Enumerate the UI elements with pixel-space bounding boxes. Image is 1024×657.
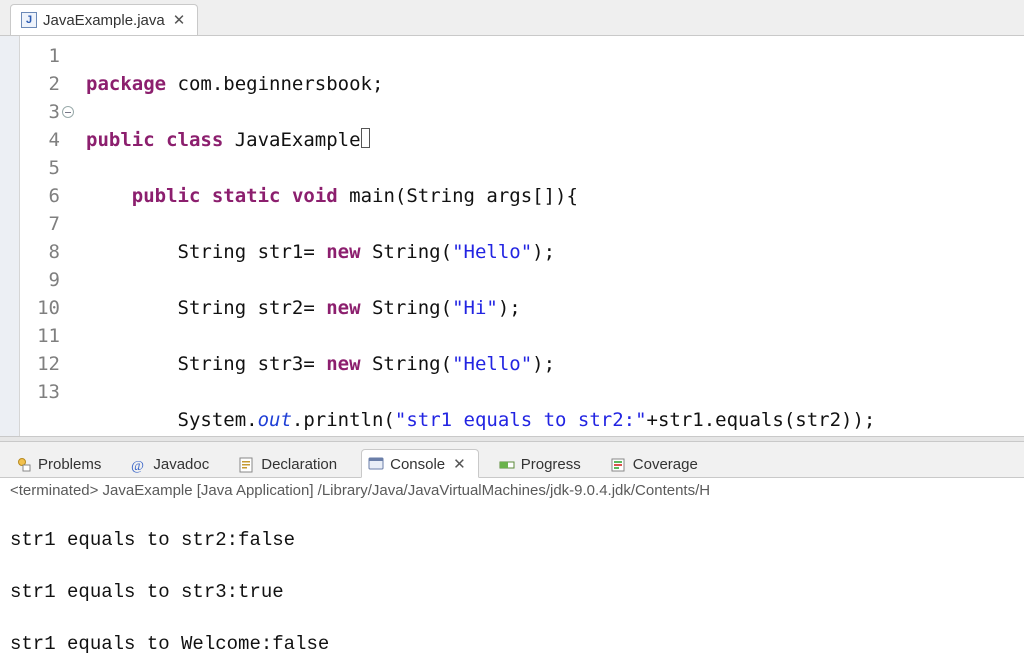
code-line: public class JavaExample [86,126,1016,154]
tab-problems[interactable]: Problems [10,451,111,477]
console-output[interactable]: str1 equals to str2:false str1 equals to… [0,501,1024,657]
bottom-tabbar: Problems @ Javadoc Declaration Console ✕… [0,442,1024,478]
javadoc-icon: @ [131,457,147,473]
code-line: System.out.println("str1 equals to str2:… [86,406,1016,434]
line-number: 10 [20,294,60,322]
line-number: 11 [20,322,60,350]
line-number: 8 [20,238,60,266]
text-cursor [361,128,370,148]
console-line: str1 equals to Welcome:false [10,631,1024,657]
tab-label: Problems [38,456,101,473]
line-number: 6 [20,182,60,210]
tab-javadoc[interactable]: @ Javadoc [125,451,219,477]
code-line: String str3= new String("Hello"); [86,350,1016,378]
code-area[interactable]: package com.beginnersbook; public class … [66,36,1024,436]
tab-coverage[interactable]: Coverage [605,451,708,477]
code-line: String str2= new String("Hi"); [86,294,1016,322]
console-line: str1 equals to str3:true [10,579,1024,605]
tab-progress[interactable]: Progress [493,451,591,477]
code-line: String str1= new String("Hello"); [86,238,1016,266]
line-number: 7 [20,210,60,238]
line-number: 9 [20,266,60,294]
tab-label: Progress [521,456,581,473]
close-icon[interactable]: ✕ [171,11,188,29]
line-number: 12 [20,350,60,378]
close-icon[interactable]: ✕ [451,455,468,473]
line-number: 3 [20,98,60,126]
tab-label: Console [390,456,445,473]
code-line: package com.beginnersbook; [86,70,1016,98]
line-number-gutter: 1 2 3 4 5 6 7 8 9 10 11 12 13 [20,36,66,436]
line-number: 2 [20,70,60,98]
tab-label: Declaration [261,456,337,473]
problems-icon [16,457,32,473]
line-number: 5 [20,154,60,182]
tab-label: Javadoc [153,456,209,473]
tab-declaration[interactable]: Declaration [233,451,347,477]
editor-tab-active[interactable]: J JavaExample.java ✕ [10,4,198,35]
line-number: 4 [20,126,60,154]
line-number: 1 [20,42,60,70]
line-number: 13 [20,378,60,406]
editor-tabbar: J JavaExample.java ✕ [0,0,1024,36]
java-file-icon: J [21,12,37,28]
console-icon [368,456,384,472]
tab-console[interactable]: Console ✕ [361,449,479,478]
console-process-label: <terminated> JavaExample [Java Applicati… [0,478,1024,501]
code-editor[interactable]: 1 2 3 4 5 6 7 8 9 10 11 12 13 package co… [0,36,1024,436]
progress-icon [499,457,515,473]
console-line: str1 equals to str2:false [10,527,1024,553]
fold-toggle-icon[interactable] [62,106,74,118]
code-line: public static void main(String args[]){ [86,182,1016,210]
breakpoint-strip[interactable] [0,36,20,436]
declaration-icon [239,457,255,473]
editor-tab-filename: JavaExample.java [43,12,165,29]
svg-text:@: @ [131,459,144,473]
coverage-icon [611,457,627,473]
tab-label: Coverage [633,456,698,473]
